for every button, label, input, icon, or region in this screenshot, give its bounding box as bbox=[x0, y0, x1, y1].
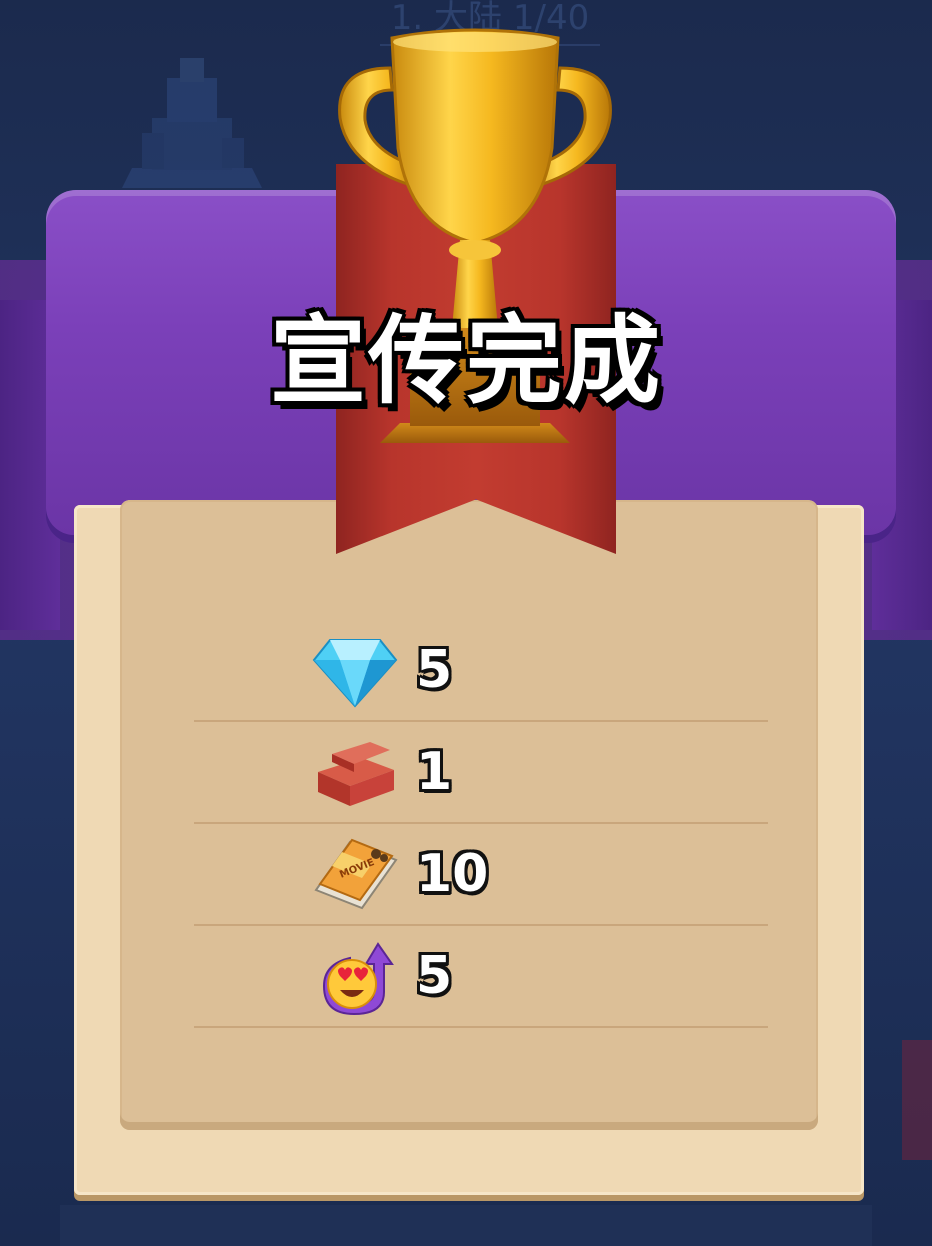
background-bottom-bar bbox=[60, 1205, 872, 1246]
reward-row-magazine: MOVIE 10 bbox=[194, 824, 768, 926]
movie-magazine-icon: MOVIE bbox=[314, 838, 398, 910]
reward-value: 5 bbox=[416, 946, 453, 1006]
heart-eyes-fan-up-icon bbox=[322, 942, 394, 1016]
reward-row-fans: 5 bbox=[194, 926, 768, 1028]
background-object bbox=[902, 1040, 932, 1160]
diamond-icon bbox=[312, 639, 398, 708]
reward-value: 10 bbox=[416, 844, 489, 904]
brick-icon bbox=[318, 742, 394, 806]
reward-row-diamond: 5 bbox=[194, 620, 768, 722]
reward-value: 1 bbox=[416, 742, 453, 802]
completion-title: 宣传完成 bbox=[270, 305, 662, 417]
reward-row-brick: 1 bbox=[194, 722, 768, 824]
reward-value: 5 bbox=[416, 640, 453, 700]
reward-list: 5 1 MOVIE 10 5 bbox=[194, 620, 768, 1028]
castle-icon bbox=[122, 58, 262, 188]
